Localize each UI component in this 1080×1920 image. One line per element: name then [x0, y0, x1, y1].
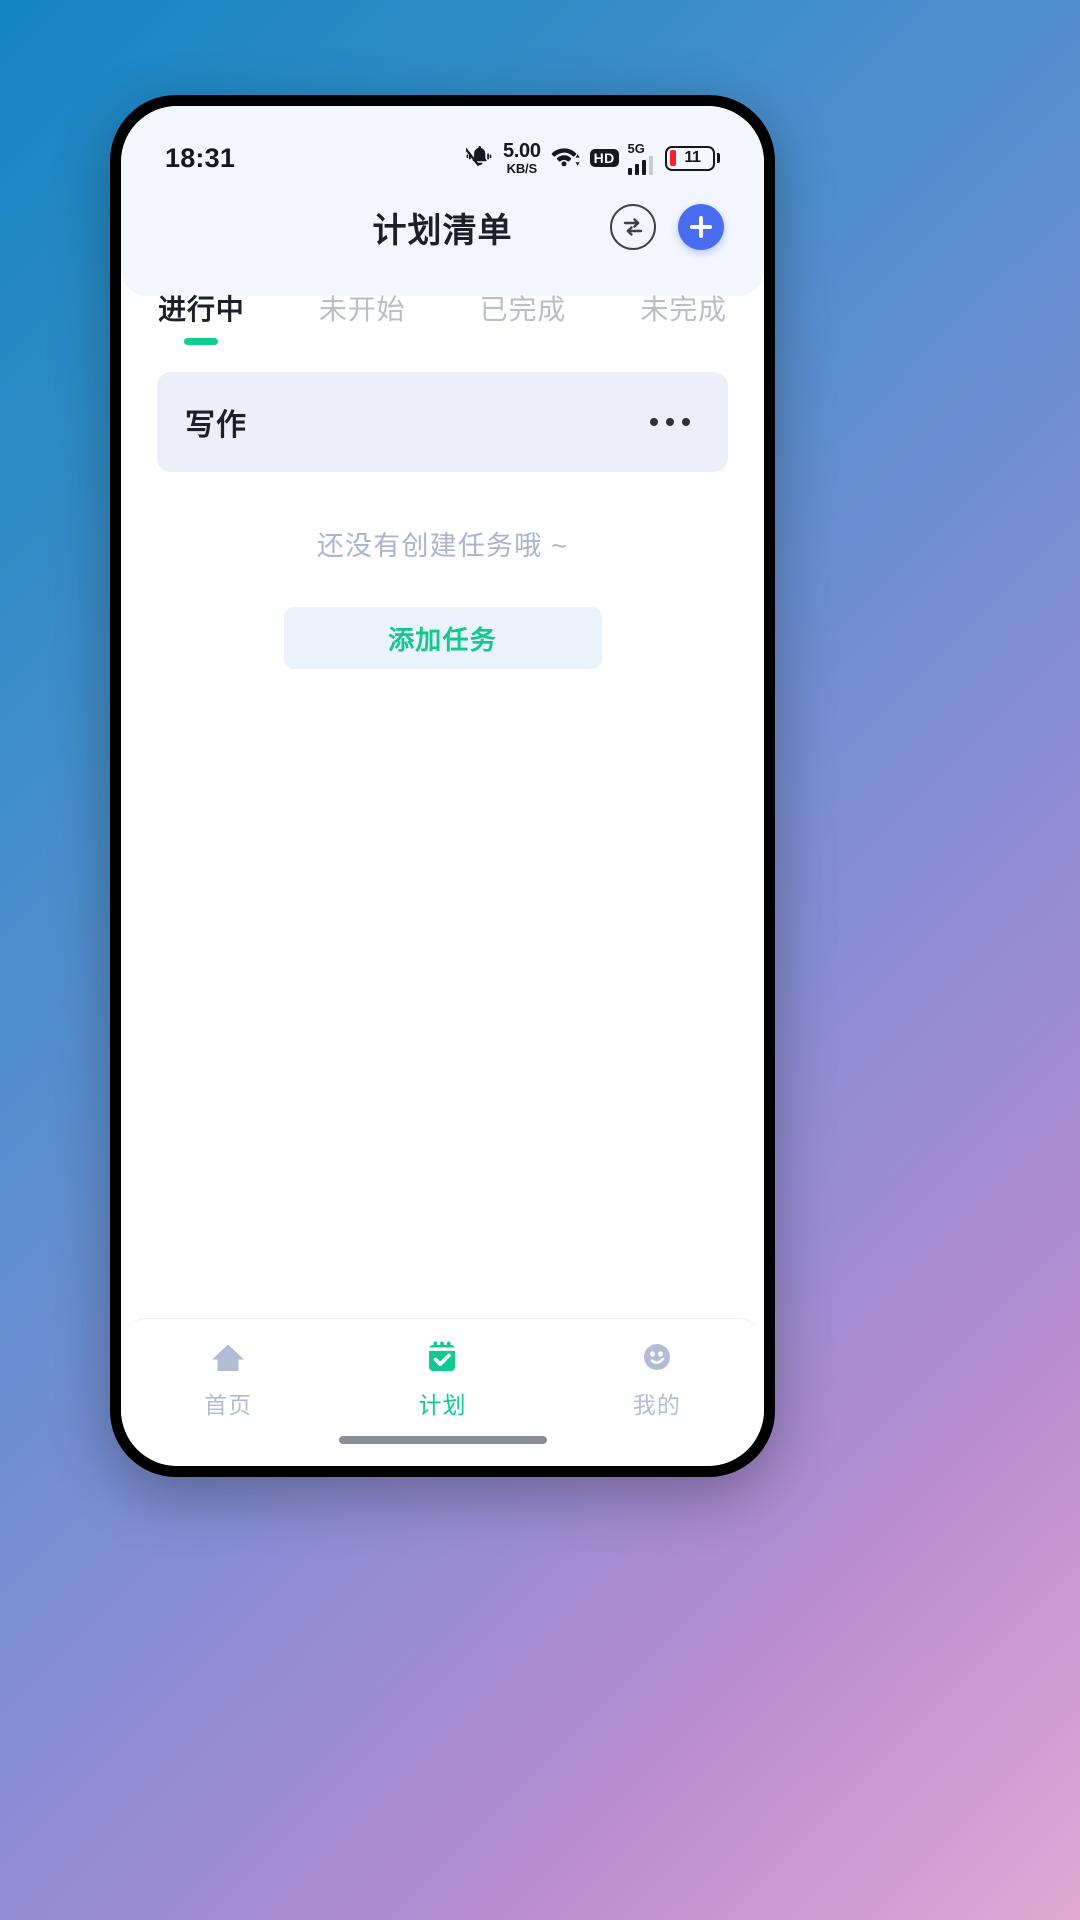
tab-in-progress[interactable]: 进行中 [121, 288, 282, 359]
smiley-face-icon [635, 1335, 679, 1379]
empty-state-message: 还没有创建任务哦 ~ [316, 531, 569, 561]
plan-card-title: 写作 [185, 409, 247, 442]
tab-uncompleted[interactable]: 未完成 [603, 288, 764, 359]
tab-label: 未完成 [640, 294, 727, 325]
battery-icon: 11 [665, 145, 720, 171]
bell-muted-icon [463, 144, 494, 173]
nav-item-profile[interactable]: 我的 [550, 1335, 764, 1420]
network-generation-label: 5G [627, 140, 645, 156]
home-indicator[interactable] [338, 1436, 547, 1444]
tab-active-indicator [667, 338, 701, 345]
add-plan-button[interactable] [678, 204, 724, 250]
tab-label: 未开始 [318, 294, 406, 325]
battery-level-label: 11 [684, 149, 701, 166]
add-task-label: 添加任务 [388, 624, 497, 655]
signal-bars-icon: 5G [627, 140, 653, 175]
nav-item-plan[interactable]: 计划 [335, 1335, 549, 1420]
tab-not-started[interactable]: 未开始 [282, 288, 443, 359]
add-task-button[interactable]: 添加任务 [283, 607, 602, 669]
empty-state: 还没有创建任务哦 ~ 添加任务 [121, 524, 764, 669]
home-icon [206, 1335, 250, 1379]
tab-completed[interactable]: 已完成 [443, 288, 604, 359]
status-time: 18:31 [165, 142, 236, 173]
more-horizontal-icon[interactable] [640, 408, 700, 436]
bottom-navigation-bar: 首页 计划 我的 [121, 1293, 764, 1466]
status-bar: 18:31 5.00 KB/S HD 5G 11 [121, 106, 764, 184]
app-header: 计划清单 [121, 184, 764, 270]
sync-swap-icon[interactable] [610, 204, 656, 250]
tab-active-indicator [184, 338, 219, 345]
tab-active-indicator [345, 338, 379, 345]
network-speed-value: 5.00 [502, 140, 541, 162]
network-speed: 5.00 KB/S [503, 141, 541, 175]
nav-label: 计划 [418, 1392, 467, 1418]
tab-label: 进行中 [158, 294, 245, 325]
plus-icon [690, 216, 712, 238]
signal-strength-bars [627, 155, 653, 175]
calendar-check-icon [420, 1335, 464, 1379]
hd-badge: HD [589, 148, 619, 168]
plan-card[interactable]: 写作 [157, 372, 728, 472]
network-speed-unit: KB/S [506, 161, 537, 176]
phone-frame: 18:31 5.00 KB/S HD 5G 11 计划清单 进行中 未开始 已完… [110, 95, 775, 1477]
phone-screen: 18:31 5.00 KB/S HD 5G 11 计划清单 进行中 未开始 已完… [121, 106, 764, 1466]
nav-label: 我的 [632, 1392, 681, 1418]
header-actions [610, 204, 724, 250]
tab-label: 已完成 [479, 294, 567, 325]
nav-label: 首页 [204, 1392, 253, 1418]
status-icons-group: 5.00 KB/S HD 5G 11 [463, 140, 720, 175]
tab-active-indicator [506, 338, 540, 345]
wifi-icon [551, 144, 581, 173]
nav-item-home[interactable]: 首页 [121, 1335, 335, 1420]
status-tab-bar: 进行中 未开始 已完成 未完成 [121, 270, 764, 350]
content-area: 写作 还没有创建任务哦 ~ 添加任务 [121, 350, 764, 1318]
